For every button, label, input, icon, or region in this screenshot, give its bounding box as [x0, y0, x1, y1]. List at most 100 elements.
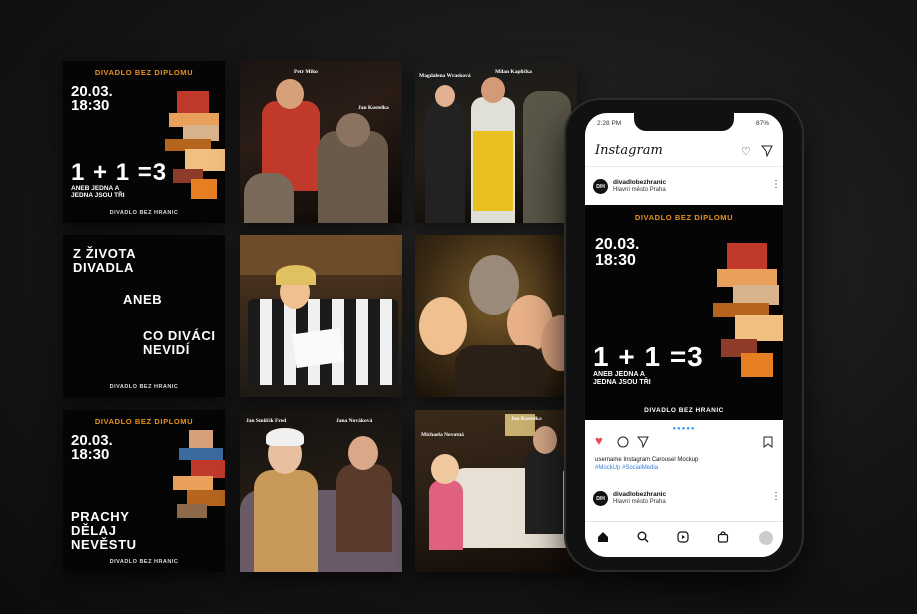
- post-location[interactable]: Hlavní město Praha: [613, 499, 666, 505]
- more-icon[interactable]: ⋮: [771, 179, 781, 190]
- actor-label: Jan Kostelka: [358, 105, 389, 111]
- poster-line: DĚLAJ: [71, 523, 117, 538]
- actor-label: Jan Kostelka: [511, 416, 542, 422]
- photo-tile-5[interactable]: Jan Smilčík Fred Jana Nováková: [240, 410, 402, 572]
- poster-footer: DIVADLO BEZ HRANIC: [109, 210, 179, 216]
- heart-outline-icon[interactable]: ♡: [741, 146, 751, 158]
- bottom-tab-bar: [585, 521, 783, 557]
- actor-robe: [523, 91, 571, 223]
- subtitle-line: JEDNA JSOU TŘI: [593, 379, 651, 386]
- poster-subtitle: ANEB JEDNA A JEDNA JSOU TŘI: [71, 185, 143, 199]
- search-icon[interactable]: [637, 531, 649, 546]
- poster-line: Z ŽIVOTA: [73, 246, 137, 261]
- poster-line: NEVĚSTU: [71, 537, 137, 552]
- actor-face: [481, 77, 505, 103]
- poster-line: CO DIVÁCI: [143, 328, 216, 343]
- glitch-figure: [163, 91, 225, 199]
- comment-icon[interactable]: [617, 436, 629, 451]
- poster-headline: 1 + 1 =3: [593, 341, 704, 372]
- poster-date: 20.03. 18:30: [71, 84, 113, 114]
- poster-line: ANEB: [123, 292, 163, 307]
- actor-dark-coat: [425, 101, 465, 223]
- poster-date: 20.03. 18:30: [595, 237, 639, 269]
- paper-sheet: [291, 327, 345, 369]
- poster-footer: DIVADLO BEZ HRANIC: [109, 384, 179, 390]
- actor-face: [533, 426, 557, 454]
- actor-suit: [525, 450, 563, 534]
- actor-label: Milan Kaplička: [495, 69, 532, 75]
- post-header: D/H divadlobezhranic Hlavní město Praha …: [585, 169, 783, 205]
- profile-icon[interactable]: [759, 531, 773, 545]
- actor-face: [435, 85, 455, 107]
- photo-tile-3[interactable]: [240, 235, 402, 397]
- photo-tile-2[interactable]: Magdalena Wrasková Milan Kaplička: [415, 61, 577, 223]
- face: [419, 297, 467, 355]
- post-caption: username Instagram Carousel Mockup #Mock…: [595, 456, 775, 472]
- subtitle-line: JEDNA JSOU TŘI: [71, 192, 125, 199]
- phone-notch: [634, 113, 734, 131]
- next-post-header: D/H divadlobezhranic Hlavní město Praha …: [585, 483, 783, 519]
- post-username[interactable]: divadlobezhranic: [613, 179, 666, 186]
- post-image[interactable]: DIVADLO BEZ DIPLOMU 20.03. 18:30 1 + 1 =…: [585, 205, 783, 420]
- post-username[interactable]: divadlobezhranic: [613, 491, 666, 498]
- send-icon[interactable]: [760, 145, 773, 160]
- actress-face: [348, 436, 378, 470]
- poster-tile-1[interactable]: DIVADLO BEZ DIPLOMU 20.03. 18:30 1 + 1 =…: [63, 61, 225, 223]
- armchair: [244, 173, 294, 223]
- photo-tile-4[interactable]: [415, 235, 577, 397]
- caption-text: username Instagram Carousel Mockup: [595, 457, 699, 463]
- actor-apron: [473, 131, 513, 211]
- actor-label: Jan Smilčík Fred: [246, 418, 287, 424]
- wall: [240, 235, 402, 275]
- photo-tile-1[interactable]: Petr Miko Jan Kostelka: [240, 61, 402, 223]
- actress-hair: [276, 265, 316, 285]
- poster-date: 20.03. 18:30: [71, 433, 113, 463]
- poster-line: DIVADLA: [73, 260, 135, 275]
- poster-tile-2[interactable]: Z ŽIVOTA DIVADLA ANEB CO DIVÁCI NEVIDÍ D…: [63, 235, 225, 397]
- poster-line: PRACHY: [71, 509, 130, 524]
- more-icon[interactable]: ⋮: [771, 491, 781, 502]
- status-time: 2:28 PM: [597, 120, 622, 127]
- subtitle-line: ANEB JEDNA A: [71, 185, 120, 192]
- post-location[interactable]: Hlavní město Praha: [613, 187, 666, 193]
- actor-label: Michaela Novotná: [421, 432, 464, 438]
- bookmark-icon[interactable]: [763, 436, 773, 451]
- poster-brand: DIVADLO BEZ DIPLOMU: [634, 213, 734, 222]
- time-line: 18:30: [71, 97, 110, 114]
- time-line: 18:30: [71, 446, 110, 463]
- shop-icon[interactable]: [717, 531, 729, 546]
- poster-subtitle: ANEB JEDNA A JEDNA JSOU TŘI: [593, 371, 651, 387]
- date-line: 20.03.: [595, 236, 640, 253]
- poster-line: NEVIDÍ: [143, 342, 190, 357]
- poster-footer: DIVADLO BEZ HRANIC: [109, 559, 179, 565]
- poster-headline: 1 + 1 =3: [71, 159, 168, 186]
- actor-face: [276, 79, 304, 109]
- glitch-figure: [711, 243, 783, 377]
- actor-label: Magdalena Wrasková: [419, 73, 471, 79]
- mockup-stage: DIVADLO BEZ DIPLOMU 20.03. 18:30 1 + 1 =…: [0, 0, 917, 614]
- caption-hashtags[interactable]: #MockUp #SocialMedia: [595, 464, 775, 472]
- poster-footer: DIVADLO BEZ HRANIC: [644, 407, 724, 414]
- poster-tile-3[interactable]: DIVADLO BEZ DIPLOMU 20.03. 18:30 PRACHY …: [63, 410, 225, 572]
- app-title: Instagram: [595, 143, 663, 158]
- home-icon[interactable]: [597, 531, 609, 546]
- reels-icon[interactable]: [677, 531, 689, 546]
- actress-face: [431, 454, 459, 484]
- avatar[interactable]: D/H: [593, 179, 608, 194]
- send-icon[interactable]: [636, 436, 649, 451]
- heart-filled-icon[interactable]: ♥: [595, 434, 603, 447]
- carousel-pager[interactable]: ●●●●●: [585, 426, 783, 432]
- status-battery: 87%: [755, 120, 769, 127]
- poster-brand: DIVADLO BEZ DIPLOMU: [94, 417, 194, 426]
- actor-white-hair: [266, 428, 304, 446]
- post-actions: ♥: [585, 433, 783, 453]
- phone-screen: 2:28 PM 87% Instagram ♡ D/H divadlobezhr…: [585, 113, 783, 557]
- avatar[interactable]: D/H: [593, 491, 608, 506]
- actor-label: Jana Nováková: [336, 418, 373, 424]
- photo-tile-6[interactable]: Michaela Novotná Jan Kostelka: [415, 410, 577, 572]
- clothing: [455, 345, 545, 397]
- actress-dress: [336, 464, 392, 552]
- actress-dress: [429, 480, 463, 550]
- subtitle-line: ANEB JEDNA A: [593, 371, 645, 378]
- actor-coat: [254, 470, 318, 572]
